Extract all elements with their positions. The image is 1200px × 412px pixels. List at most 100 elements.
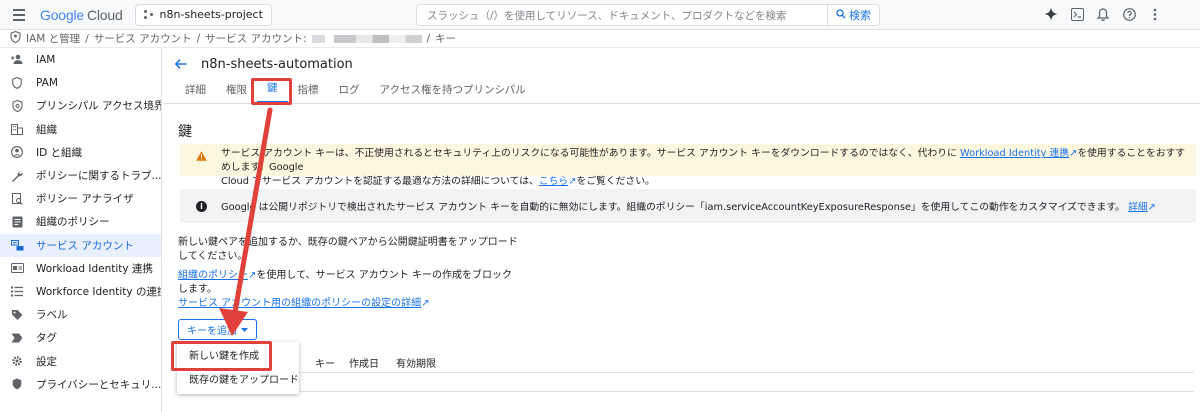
column-created[interactable]: 作成日 — [349, 355, 379, 370]
project-selector[interactable]: n8n-sheets-project — [134, 3, 272, 26]
gemini-icon[interactable] — [1042, 5, 1060, 23]
org-policy-link[interactable]: 組織のポリシー — [178, 270, 248, 281]
policy-icon — [10, 99, 24, 113]
sidebar-label: ポリシーに関するトラブ... — [36, 170, 161, 183]
top-bar: Google Cloud n8n-sheets-project スラッシュ（/）を… — [0, 0, 1200, 30]
breadcrumb-service-account[interactable]: サービス アカウント: — [205, 31, 306, 46]
sidebar-item-service-accounts[interactable]: サービス アカウント — [0, 233, 161, 257]
sidebar-item-privacy-security[interactable]: プライバシーとセキュリ... — [0, 373, 161, 396]
help-icon[interactable] — [1120, 5, 1138, 23]
sidebar-item-org-policies[interactable]: 組織のポリシー — [0, 210, 161, 233]
back-arrow-icon[interactable] — [174, 55, 187, 73]
org-policy-details-link[interactable]: サービス アカウント用の組織のポリシーの設定の詳細 — [178, 298, 421, 309]
sidebar-item-principal-access[interactable]: プリンシパル アクセス境界 — [0, 94, 161, 117]
iam-shield-icon — [10, 30, 21, 46]
sidebar-label: 組織のポリシー — [36, 216, 110, 229]
add-key-button[interactable]: キーを追加 — [178, 319, 257, 340]
project-name: n8n-sheets-project — [159, 8, 263, 21]
security-icon — [10, 377, 24, 391]
person-add-icon — [10, 53, 24, 67]
cloud-shell-icon[interactable] — [1068, 5, 1086, 23]
tag-icon — [10, 331, 24, 345]
breadcrumb-keys: キー — [435, 33, 457, 45]
sidebar-item-policy-analyzer[interactable]: ポリシー アナライザ — [0, 187, 161, 210]
sidebar-label: ID と組織 — [36, 146, 83, 159]
table-divider — [178, 391, 1194, 392]
search-button[interactable]: 検索 — [828, 4, 880, 26]
project-icon — [143, 9, 154, 20]
warning-text: サービス アカウント キーは、不正使用されるとセキュリティ上のリスクになる可能性… — [221, 147, 1186, 189]
top-icons — [1042, 5, 1190, 23]
sidebar-label: IAM — [36, 53, 56, 66]
warning-line1: サービス アカウント キーは、不正使用されるとセキュリティ上のリスクになる可能性… — [221, 148, 957, 159]
keys-table-header: キー 作成日 有効期限 — [178, 353, 1194, 373]
info-text: Google は公開リポジトリで検出されたサービス アカウント キーを自動的に無… — [221, 199, 1156, 213]
tab-details[interactable]: 詳細 — [175, 82, 216, 103]
column-expires[interactable]: 有効期限 — [396, 355, 436, 370]
org-policy-description: 組織のポリシー↗を使用して、サービス アカウント キーの作成をブロックします。 … — [178, 269, 518, 311]
breadcrumb: IAM と管理 / サービス アカウント / サービス アカウント: / キー — [0, 30, 1200, 48]
sidebar-item-iam[interactable]: IAM — [0, 48, 161, 71]
info-details-link[interactable]: 詳細 — [1128, 202, 1148, 213]
sidebar-label: プライバシーとセキュリ... — [36, 378, 161, 391]
warning-icon — [196, 151, 207, 165]
title-row: n8n-sheets-automation — [163, 48, 1200, 80]
logo-cloud: Cloud — [86, 6, 123, 23]
sidebar-item-pam[interactable]: PAM — [0, 71, 161, 94]
shield-icon — [10, 76, 24, 90]
sidebar-item-organization[interactable]: 組織 — [0, 118, 161, 141]
avatar[interactable] — [1172, 5, 1190, 23]
sidebar-item-settings[interactable]: 設定 — [0, 349, 161, 372]
sidebar-item-tags[interactable]: タグ — [0, 326, 161, 349]
sidebar-item-workload-identity[interactable]: Workload Identity 連携 — [0, 257, 161, 280]
tab-bar: 詳細 権限 鍵 指標 ログ アクセス権を持つプリンシパル — [163, 80, 1200, 104]
warning-banner: サービス アカウント キーは、不正使用されるとセキュリティ上のリスクになる可能性… — [180, 144, 1196, 187]
sidebar-item-policy-troubleshooter[interactable]: ポリシーに関するトラブ... — [0, 164, 161, 187]
workload-identity-link[interactable]: Workload Identity 連携 — [960, 148, 1069, 159]
learn-more-link[interactable]: こちら — [539, 176, 568, 187]
document-icon — [10, 215, 24, 229]
sidebar-label: タグ — [36, 332, 57, 345]
section-title: 鍵 — [178, 124, 192, 140]
list-icon — [10, 284, 24, 298]
info-icon: i — [196, 200, 207, 212]
warning-line2-end: をご覧ください。 — [576, 176, 655, 187]
annotation-box-keys-tab — [251, 78, 292, 105]
search-input[interactable]: スラッシュ（/）を使用してリソース、ドキュメント、プロダクトなどを検索 — [416, 4, 828, 26]
sidebar-label: サービス アカウント — [36, 239, 134, 252]
sidebar-label: プリンシパル アクセス境界 — [36, 100, 161, 113]
more-vert-icon[interactable] — [1146, 5, 1164, 23]
caret-down-icon — [241, 324, 248, 335]
sidebar-label: 設定 — [36, 355, 57, 368]
sidebar-label: Workload Identity 連携 — [36, 262, 153, 275]
sidebar-item-workforce-identity[interactable]: Workforce Identity の連携 — [0, 280, 161, 303]
breadcrumb-service-accounts[interactable]: サービス アカウント — [94, 31, 192, 46]
external-link-icon: ↗ — [421, 298, 430, 309]
sidebar-item-labels[interactable]: ラベル — [0, 303, 161, 326]
external-link-icon: ↗ — [1147, 202, 1156, 213]
service-account-icon — [10, 238, 24, 252]
breadcrumb-iam[interactable]: IAM と管理 — [26, 31, 80, 46]
label-icon — [10, 308, 24, 322]
search-placeholder: スラッシュ（/）を使用してリソース、ドキュメント、プロダクトなどを検索 — [427, 9, 787, 22]
tab-principals-with-access[interactable]: アクセス権を持つプリンシパル — [370, 82, 536, 103]
building-icon — [10, 122, 24, 136]
column-key[interactable]: キー — [315, 355, 335, 370]
analyzer-icon — [10, 192, 24, 206]
sidebar-label: Workforce Identity の連携 — [36, 285, 161, 298]
menu-icon[interactable] — [6, 2, 32, 28]
info-banner: i Google は公開リポジトリで検出されたサービス アカウント キーを自動的… — [180, 189, 1196, 223]
sidebar-label: 組織 — [36, 123, 57, 136]
sidebar-label: PAM — [36, 76, 58, 89]
logo-google: Google — [40, 6, 84, 23]
sidebar-item-identity[interactable]: ID と組織 — [0, 141, 161, 164]
google-cloud-logo[interactable]: Google Cloud — [40, 7, 123, 23]
redacted-account-email — [311, 34, 422, 43]
bell-icon[interactable] — [1094, 5, 1112, 23]
keys-description: 新しい鍵ペアを追加するか、既存の鍵ペアから公開鍵証明書をアップロードしてください… — [178, 237, 518, 262]
tab-metrics[interactable]: 指標 — [288, 82, 329, 103]
search-button-label: 検索 — [849, 9, 871, 22]
id-card-icon — [10, 261, 24, 275]
add-key-label: キーを追加 — [187, 326, 237, 337]
tab-logs[interactable]: ログ — [329, 82, 370, 103]
